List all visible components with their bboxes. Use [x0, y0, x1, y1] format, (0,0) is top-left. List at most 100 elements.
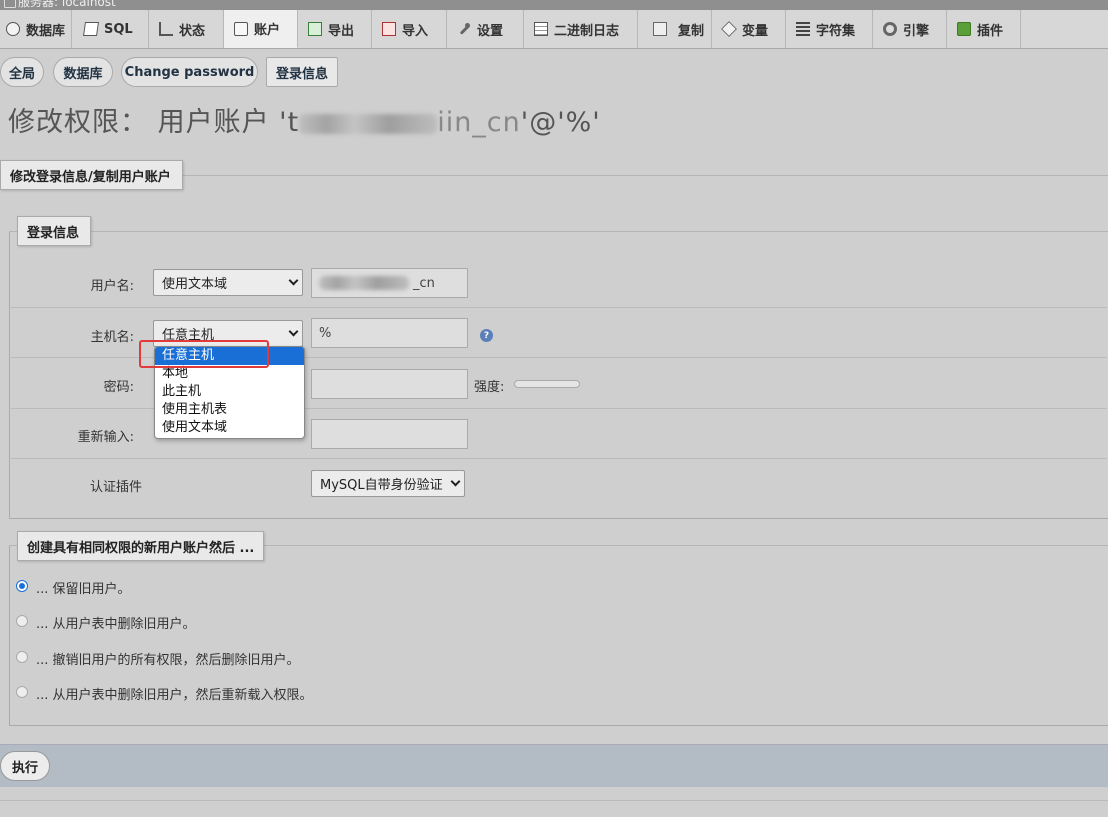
chevron-down-icon	[450, 476, 461, 487]
tab-replication[interactable]: 复制	[638, 10, 712, 48]
radio-label: ... 从用户表中删除旧用户，然后重新载入权限。	[36, 688, 313, 703]
section-divider	[183, 175, 1108, 176]
binlog-icon	[534, 22, 548, 36]
password-input[interactable]	[311, 369, 468, 399]
title-frag-1: t	[287, 107, 300, 138]
form-footer	[0, 744, 1108, 787]
tab-label: 二进制日志	[554, 23, 620, 39]
subtab-change-password[interactable]: Change password	[121, 57, 258, 87]
tab-accounts[interactable]: 账户	[224, 10, 298, 48]
title-suffix: '@'%'	[520, 107, 601, 138]
section-legend-modify-login: 修改登录信息/复制用户账户	[0, 160, 183, 190]
tab-label: 状态	[179, 23, 206, 39]
password-strength-meter	[514, 380, 580, 388]
radio-delete-then-reload[interactable]	[16, 686, 28, 698]
engine-icon	[883, 22, 897, 36]
title-frag-2: iin_cn	[437, 107, 521, 138]
accounts-icon	[234, 21, 248, 36]
radio-keep-old-user[interactable]	[16, 580, 28, 592]
tab-charsets[interactable]: 字符集	[786, 10, 873, 48]
auth-plugin-select[interactable]: MySQL自带身份验证	[311, 470, 465, 497]
subtab-login-info[interactable]: 登录信息	[266, 57, 338, 87]
tab-settings[interactable]: 设置	[447, 10, 524, 48]
host-option-this-host[interactable]: 此主机	[155, 383, 304, 401]
execute-button[interactable]: 执行	[0, 751, 50, 781]
fieldset-border	[90, 231, 1108, 232]
top-navigation: 数据库 SQL 状态 账户 导出 导入 设置 二进制日志 复制 变量 字符集 引…	[0, 10, 1108, 49]
redacted-username	[299, 113, 438, 134]
radio-delete-from-user-table[interactable]	[16, 615, 28, 627]
username-select-value: 使用文本域	[162, 277, 228, 292]
username-type-select[interactable]: 使用文本域	[153, 269, 303, 296]
tab-binary-log[interactable]: 二进制日志	[524, 10, 638, 48]
redacted-username-field	[319, 276, 409, 290]
subtab-database[interactable]: 数据库	[53, 57, 113, 87]
variables-icon	[721, 21, 737, 37]
fieldset-border	[264, 545, 1108, 546]
tab-label: 引擎	[903, 23, 930, 39]
server-breadcrumb[interactable]: 服务器: localhost	[0, 0, 1108, 10]
server-icon	[4, 0, 16, 8]
bottom-divider	[0, 800, 1108, 801]
fieldset-border	[9, 545, 17, 546]
row-divider	[11, 307, 1107, 308]
auth-plugin-label: 认证插件	[89, 480, 142, 495]
row-divider	[11, 458, 1107, 459]
username-label: 用户名:	[90, 279, 134, 294]
retype-label: 重新输入:	[77, 430, 134, 445]
host-label: 主机名:	[90, 330, 134, 345]
radio-label: ... 保留旧用户。	[36, 582, 131, 597]
tab-label: 设置	[477, 23, 504, 39]
annotation-highlight	[139, 340, 269, 368]
tab-label: 账户	[254, 23, 281, 38]
password-label: 密码:	[103, 380, 134, 395]
chevron-down-icon	[288, 326, 299, 337]
radio-label: ... 从用户表中删除旧用户。	[36, 617, 196, 632]
strength-label: 强度:	[474, 380, 505, 395]
radio-revoke-then-delete[interactable]	[16, 651, 28, 663]
host-value: %	[319, 325, 332, 341]
tab-status[interactable]: 状态	[149, 10, 224, 48]
tab-variables[interactable]: 变量	[712, 10, 786, 48]
title-prefix: 修改权限： 用户账户 '	[8, 107, 288, 138]
username-value: _cn	[413, 275, 435, 291]
tab-label: 导入	[402, 23, 429, 39]
status-icon	[159, 22, 173, 36]
radio-label: ... 撤销旧用户的所有权限，然后删除旧用户。	[36, 653, 300, 668]
username-input[interactable]: _cn	[311, 268, 468, 298]
tab-label: 导出	[328, 23, 355, 39]
replication-icon	[653, 22, 667, 36]
plugin-icon	[957, 22, 971, 36]
export-icon	[308, 22, 322, 36]
host-option-text-field[interactable]: 使用文本域	[155, 419, 304, 437]
help-icon[interactable]: ?	[480, 329, 493, 342]
host-input[interactable]: %	[311, 318, 468, 348]
wrench-icon	[457, 22, 471, 36]
tab-label: 数据库	[26, 23, 66, 39]
tab-label: 字符集	[816, 23, 856, 39]
host-option-host-table[interactable]: 使用主机表	[155, 401, 304, 419]
create-user-legend: 创建具有相同权限的新用户账户然后 ...	[17, 531, 264, 561]
login-legend: 登录信息	[17, 216, 91, 246]
sql-icon	[83, 22, 99, 36]
tab-databases[interactable]: 数据库	[0, 10, 72, 48]
chevron-down-icon	[288, 275, 299, 286]
auth-plugin-value: MySQL自带身份验证	[320, 478, 443, 493]
retype-password-input[interactable]	[311, 419, 468, 449]
tab-label: 插件	[977, 23, 1004, 39]
tab-label: 变量	[742, 23, 769, 39]
tab-label: 复制	[678, 23, 705, 39]
page-title: 修改权限： 用户账户 't iin_cn'@'%'	[8, 100, 601, 139]
tab-export[interactable]: 导出	[298, 10, 372, 48]
subtab-global[interactable]: 全局	[0, 57, 44, 87]
database-icon	[6, 22, 20, 36]
tab-label: SQL	[104, 21, 133, 37]
tab-engines[interactable]: 引擎	[873, 10, 947, 48]
tab-import[interactable]: 导入	[372, 10, 447, 48]
tab-plugins[interactable]: 插件	[947, 10, 1021, 48]
fieldset-border	[9, 231, 17, 232]
charset-icon	[796, 22, 810, 36]
tab-sql[interactable]: SQL	[74, 10, 149, 48]
import-icon	[382, 22, 396, 36]
server-label: 服务器: localhost	[18, 0, 116, 9]
